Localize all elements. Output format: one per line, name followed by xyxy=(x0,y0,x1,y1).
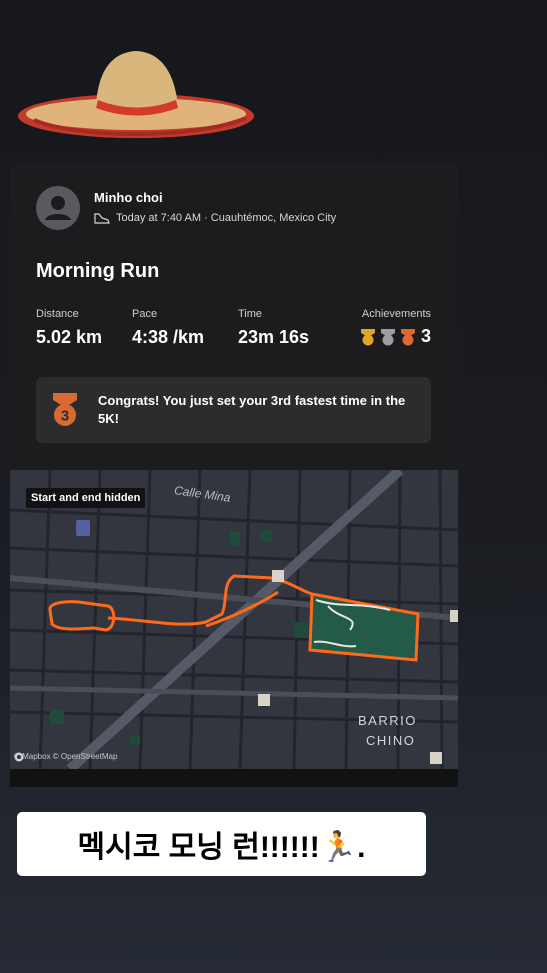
avatar[interactable] xyxy=(36,186,80,230)
card-footer xyxy=(10,769,458,787)
congrats-banner[interactable]: 3 Congrats! You just set your 3rd fastes… xyxy=(36,377,431,443)
bronze-medal-icon xyxy=(400,328,415,345)
activity-meta-text: Today at 7:40 AM · Cuauhtémoc, Mexico Ci… xyxy=(116,212,337,224)
pace-label: Pace xyxy=(132,308,158,320)
district-label-line1: BARRIO xyxy=(358,713,417,728)
attribution-text: © Mapbox © OpenStreetMap xyxy=(14,752,118,761)
activity-title[interactable]: Morning Run xyxy=(36,260,159,283)
time-label: Time xyxy=(238,308,263,320)
time-value: 23m 16s xyxy=(238,327,310,347)
silver-medal-icon xyxy=(380,328,395,345)
sombrero-sticker xyxy=(18,51,254,138)
distance-value: 5.02 km xyxy=(36,327,103,347)
route-map[interactable]: Start and end hidden Calle Mina BARRIO C… xyxy=(10,470,458,769)
activity-card[interactable]: Minho choi Today at 7:40 AM · Cuauhtémoc… xyxy=(10,162,458,787)
achievements-count: 3 xyxy=(420,326,431,346)
distance-label: Distance xyxy=(36,308,79,320)
pace-value: 4:38 /km xyxy=(132,327,205,347)
privacy-badge: Start and end hidden xyxy=(26,488,146,508)
district-label-line2: CHINO xyxy=(366,733,416,748)
medal-number: 3 xyxy=(61,408,69,425)
activity-meta: Today at 7:40 AM · Cuauhtémoc, Mexico Ci… xyxy=(94,212,336,224)
caption-text: 멕시코 모닝 런!!!!!!🏃. xyxy=(77,831,366,864)
gold-medal-icon xyxy=(360,328,375,345)
user-name[interactable]: Minho choi xyxy=(94,190,163,205)
district-label: BARRIO CHINO xyxy=(358,711,417,751)
map-attribution[interactable]: © Mapbox © OpenStreetMap xyxy=(14,752,118,762)
congrats-text: Congrats! You just set your 3rd fastest … xyxy=(98,393,406,426)
user-icon xyxy=(45,196,71,220)
story-caption: 멕시코 모닝 런!!!!!!🏃. xyxy=(17,812,426,876)
bronze-medal-icon: 3 xyxy=(53,393,77,426)
achievements-label: Achievements xyxy=(361,308,431,320)
mapbox-logo-icon xyxy=(14,752,24,762)
shoe-icon xyxy=(94,213,110,224)
achievements[interactable]: 3 xyxy=(359,326,431,347)
